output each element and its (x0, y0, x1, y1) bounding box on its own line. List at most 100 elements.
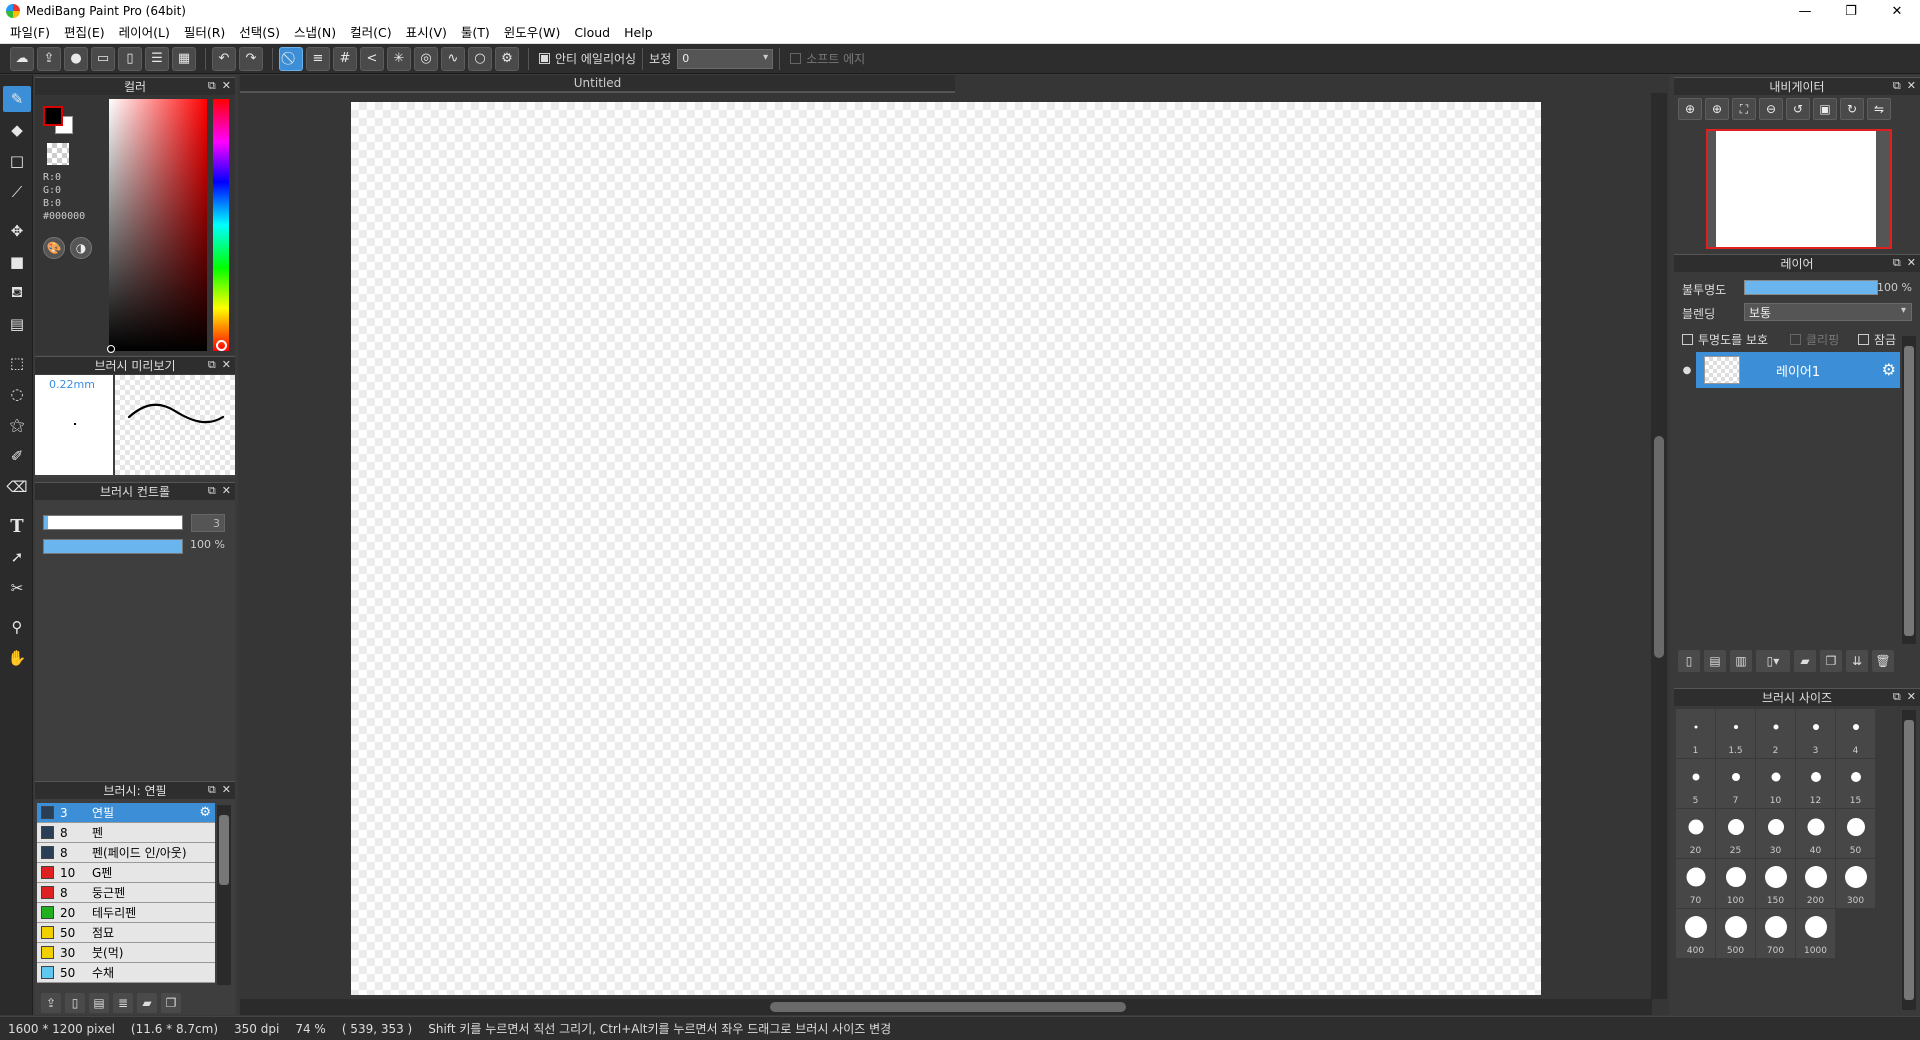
menu-window[interactable]: 윈도우(W) (497, 22, 568, 44)
divide-icon[interactable]: ✂ (3, 575, 31, 601)
popout-icon[interactable]: ⧉ (208, 783, 216, 797)
canvas-horizontal-scrollbar[interactable] (240, 999, 1652, 1015)
brush-list-item[interactable]: 8펜 (37, 823, 215, 843)
brush-list-item[interactable]: 20 테두리펜 (37, 903, 215, 923)
hue-slider[interactable] (213, 99, 229, 351)
popout-icon[interactable]: ⧉ (208, 79, 216, 93)
snap-off-icon[interactable]: ⃠ (279, 46, 303, 71)
brush-size-cell[interactable]: 150 (1756, 859, 1795, 908)
brush-size-cell[interactable]: 400 (1676, 909, 1715, 958)
menu-help[interactable]: Help (617, 22, 660, 44)
brush-list-scroll-thumb[interactable] (219, 815, 229, 885)
brush-size-cell[interactable]: 1.5 (1716, 709, 1755, 758)
layer-row[interactable]: ● 레이어1 ⚙ (1678, 352, 1900, 388)
close-icon[interactable]: ✕ (1907, 690, 1916, 704)
brush-size-cell[interactable]: 5 (1676, 759, 1715, 808)
text-icon[interactable]: T (3, 513, 31, 539)
layer-list-scroll-thumb[interactable] (1904, 346, 1914, 636)
minimize-button[interactable]: — (1782, 0, 1828, 22)
protect-alpha-checkbox[interactable]: 투명도를 보호 (1682, 331, 1768, 348)
antialias-box[interactable] (539, 53, 550, 64)
add-layer-menu-icon[interactable]: ▯▾ (1756, 650, 1790, 672)
eyedropper-icon[interactable]: ⚲ (3, 614, 31, 640)
concentric-snap-icon[interactable]: ◎ (414, 46, 438, 71)
menu-filter[interactable]: 필터(R) (177, 22, 232, 44)
move-icon[interactable]: ✥ (3, 218, 31, 244)
brush-list-scrollbar[interactable] (217, 805, 231, 985)
parallel-snap-icon[interactable]: ≡ (306, 46, 330, 71)
hand-icon[interactable]: ✋ (3, 645, 31, 671)
eraser-icon[interactable]: ◆ (3, 117, 31, 143)
brush-size-slider[interactable] (43, 515, 183, 530)
zoom-in-step-icon[interactable]: ⊕ (1705, 98, 1729, 120)
popout-icon[interactable]: ⧉ (208, 484, 216, 498)
redo-icon[interactable]: ↷ (239, 46, 263, 71)
drawing-canvas[interactable] (351, 102, 1541, 995)
menu-cloud[interactable]: Cloud (567, 22, 617, 44)
canvas-hscroll-thumb[interactable] (770, 1002, 1126, 1012)
zoom-in-icon[interactable]: ⊕ (1678, 98, 1702, 120)
close-icon[interactable]: ✕ (222, 79, 231, 93)
fg-bg-swatch[interactable] (43, 106, 77, 138)
new-folder-icon[interactable]: ▰ (1794, 650, 1816, 672)
brush-list-item[interactable]: 8 펜(페이드 인/아웃) (37, 843, 215, 863)
popout-icon[interactable]: ⧉ (208, 358, 216, 372)
brush-size-cell[interactable]: 100 (1716, 859, 1755, 908)
brush-size-cell[interactable]: 2 (1756, 709, 1795, 758)
merge-layer-icon[interactable]: ⇊ (1846, 650, 1868, 672)
brush-settings-gear-icon[interactable]: ⚙ (199, 805, 211, 820)
brush-size-cell[interactable]: 3 (1796, 709, 1835, 758)
menu-file[interactable]: 파일(F) (3, 22, 57, 44)
brush-size-scrollbar[interactable] (1902, 710, 1916, 1010)
gradient-icon[interactable]: ▤ (3, 311, 31, 337)
rotate-right-icon[interactable]: ↻ (1840, 98, 1864, 120)
undo-icon[interactable]: ↶ (212, 46, 236, 71)
brush-size-cell[interactable]: 200 (1796, 859, 1835, 908)
brush-list-item[interactable]: 10 G펜 (37, 863, 215, 883)
brush-opacity-slider[interactable] (43, 539, 183, 554)
brush-size-cell[interactable]: 700 (1756, 909, 1795, 958)
layer-opacity-slider[interactable] (1744, 280, 1878, 295)
line-icon[interactable]: ⟋ (3, 179, 31, 205)
menu-select[interactable]: 선택(S) (232, 22, 287, 44)
actual-size-icon[interactable]: ▣ (1813, 98, 1837, 120)
menu-edit[interactable]: 편집(E) (57, 22, 112, 44)
cross-snap-icon[interactable]: # (333, 46, 357, 71)
brush-size-value[interactable]: 3 (191, 514, 225, 532)
clipping-checkbox[interactable]: 클리핑 (1790, 331, 1839, 348)
new-halftone-layer-icon[interactable]: ▤ (1704, 650, 1726, 672)
close-icon[interactable]: ✕ (222, 783, 231, 797)
list-icon[interactable]: ☰ (145, 46, 169, 71)
brush-size-cell[interactable]: 7 (1716, 759, 1755, 808)
duplicate-layer-icon[interactable]: ❐ (1820, 650, 1842, 672)
duplicate-brush-icon[interactable]: ❐ (161, 993, 181, 1013)
flip-icon[interactable]: ⇋ (1867, 98, 1891, 120)
document-tab[interactable]: Untitled (240, 75, 955, 93)
curve-snap-icon[interactable]: ∿ (441, 46, 465, 71)
canvas-vscroll-thumb[interactable] (1654, 436, 1664, 658)
select-eraser-icon[interactable]: ⌫ (3, 474, 31, 500)
close-icon[interactable]: ✕ (222, 484, 231, 498)
brush-size-cell[interactable]: 300 (1836, 859, 1875, 908)
palette-icon[interactable]: 🎨 (43, 237, 65, 259)
brush-icon[interactable]: ✎ (3, 86, 31, 112)
menu-snap[interactable]: 스냅(N) (287, 22, 343, 44)
layer-list-scrollbar[interactable] (1902, 336, 1916, 644)
magic-wand-icon[interactable]: ⚝ (3, 412, 31, 438)
brush-size-cell[interactable]: 12 (1796, 759, 1835, 808)
close-icon[interactable]: ✕ (1907, 79, 1916, 93)
lock-checkbox[interactable]: 잠금 (1858, 331, 1896, 348)
popout-icon[interactable]: ⧉ (1893, 79, 1901, 93)
zoom-out-icon[interactable]: ⊖ (1759, 98, 1783, 120)
cloud-icon[interactable]: ☁ (10, 46, 34, 71)
hue-slider-marker[interactable] (216, 340, 227, 351)
brush-list-item[interactable]: 30 붓(먹) (37, 943, 215, 963)
page-icon[interactable]: ▯ (118, 46, 142, 71)
canvas-vertical-scrollbar[interactable] (1651, 93, 1667, 999)
fit-window-icon[interactable]: ⛶ (1732, 98, 1756, 120)
bucket-icon[interactable]: ⛾ (3, 280, 31, 306)
new-layer-icon[interactable]: ▯ (1678, 650, 1700, 672)
saturation-value-picker[interactable] (109, 99, 207, 351)
navigator-thumbnail[interactable] (1706, 129, 1892, 249)
layer-settings-gear-icon[interactable]: ⚙ (1882, 360, 1896, 379)
